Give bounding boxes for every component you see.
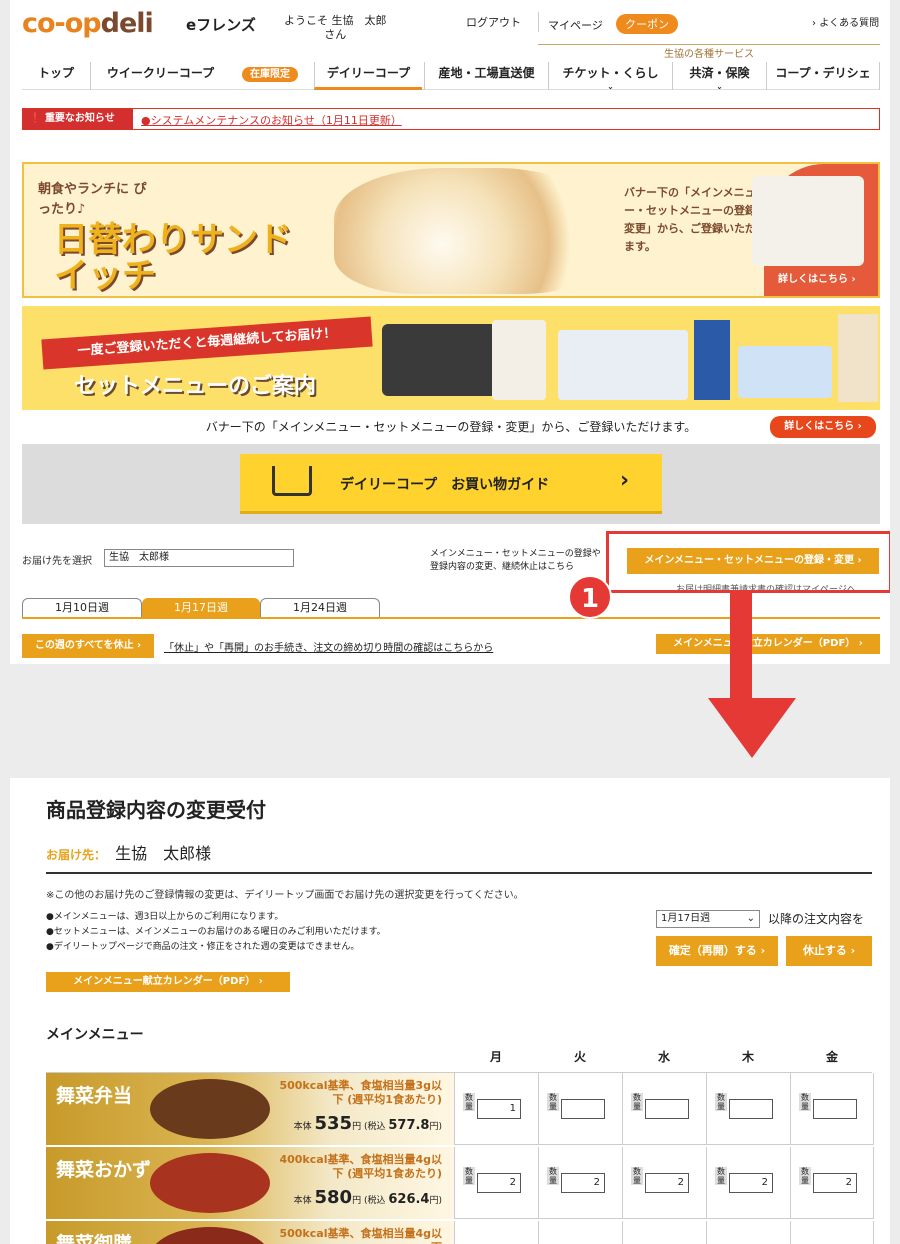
tab-week-jan24[interactable]: 1月24日週 [260, 598, 380, 618]
logout-link[interactable]: ログアウト [466, 14, 521, 30]
qty-input-fri[interactable]: 2 [813, 1173, 857, 1193]
price: 本体 580円 (税込 626.4円) [293, 1187, 442, 1208]
banner-more-link[interactable]: 詳しくはこちら › [778, 270, 856, 285]
bento-photo [150, 1079, 270, 1139]
nav-coop-delice[interactable]: コープ・デリシェ [766, 62, 880, 90]
weekday-header: 月 火 水 木 金 [489, 1050, 838, 1064]
top-screenshot-panel: co-opdeli eフレンズ ようこそ 生協 太郎 さん ログアウト マイペー… [10, 0, 890, 664]
nav-top[interactable]: トップ [22, 62, 90, 90]
circle-arrow-icon: › [851, 274, 856, 285]
confirm-resume-button[interactable]: 確定（再開）する › [656, 936, 778, 966]
sandwich-photo [334, 168, 604, 294]
okazu-photo [150, 1153, 270, 1213]
menu-calendar-pdf-button[interactable]: メインメニュー献立カレンダー（PDF） › [46, 972, 290, 992]
welcome-message: ようこそ 生協 太郎 さん [284, 14, 387, 41]
qty-cell [706, 1221, 790, 1244]
menu-calendar-pdf-button[interactable]: メインメニュー献立カレンダー（PDF） › [656, 634, 880, 654]
chevron-down-icon: ⌄ [716, 82, 723, 91]
soup-photo [838, 314, 878, 402]
qty-input-fri[interactable] [813, 1099, 857, 1119]
product-row-gozen: 舞菜御膳 500kcal基準、食塩相当量4g以下 [46, 1221, 454, 1244]
milk-photo [694, 320, 730, 400]
highlight-box [606, 531, 890, 593]
step-number-badge: 1 [568, 575, 612, 619]
week-select[interactable]: 1月17日週 ⌄ [656, 910, 760, 928]
tab-week-jan10[interactable]: 1月10日週 [22, 598, 142, 618]
qty-input-mon[interactable]: 2 [477, 1173, 521, 1193]
mypage-link[interactable]: マイページ [548, 17, 603, 33]
section-title: メインメニュー [46, 1027, 144, 1043]
maintenance-notice-link[interactable]: ●システムメンテナンスのお知らせ（1月11日更新） [141, 112, 402, 128]
nav-stock-limited[interactable]: 在庫限定 [230, 62, 310, 90]
yogurt-photo [738, 346, 832, 398]
main-nav: トップ ウイークリーコープ 在庫限定 デイリーコープ 産地・工場直送便 チケット… [22, 62, 880, 91]
nav-weekly-coop[interactable]: ウイークリーコープ [90, 62, 230, 90]
e-friends-logo: eフレンズ [186, 16, 256, 34]
qty-input-tue[interactable]: 2 [561, 1173, 605, 1193]
sandwich-banner[interactable]: 朝食やランチに ぴったり♪ 日替わりサンドイッチ バナー下の「メインメニュー・セ… [22, 162, 880, 298]
qty-input-thu[interactable] [729, 1099, 773, 1119]
banner-caption: バナー下の「メインメニュー・セットメニューの登録・変更」から、ご登録いただけます… [205, 420, 697, 434]
delivery-destination: お届け先： 生協 太郎様 [46, 840, 872, 874]
set-menu-banner[interactable]: 一度ご登録いただくと毎週継続してお届け！ セットメニューのご案内 [22, 306, 880, 410]
price: 本体 535円 (税込 577.8円) [293, 1113, 442, 1134]
procedure-info-link[interactable]: 「休止」や「再開」のお手続き、注文の締め切り時間の確認はこちらから [164, 639, 493, 654]
page-title: 商品登録内容の変更受付 [46, 798, 266, 822]
circle-arrow-icon: › [857, 421, 862, 432]
qty-input-tue[interactable] [561, 1099, 605, 1119]
faq-link[interactable]: › よくある質問 [812, 14, 879, 29]
qty-input-wed[interactable]: 2 [645, 1173, 689, 1193]
qty-cell [454, 1221, 538, 1244]
banner-title: 日替わりサンドイッチ [54, 220, 292, 296]
chevron-down-icon: ⌄ [746, 913, 755, 924]
product-row-bento: 舞菜弁当 500kcal基準、食塩相当量3g以下 (週平均1食あたり) 本体 5… [46, 1073, 454, 1145]
shopping-guide-button[interactable]: デイリーコープ お買い物ガイド › [240, 454, 662, 514]
alert-icon: ❗ [29, 113, 45, 124]
important-notice-bar: ❗ 重要なお知らせ ●システムメンテナンスのお知らせ（1月11日更新） [22, 108, 880, 130]
cart-icon [272, 466, 312, 496]
qty-cell [622, 1221, 706, 1244]
side-dish-photo [558, 330, 688, 400]
notice-label: ❗ 重要なお知らせ [23, 109, 133, 129]
sandwich-packs-photo [752, 176, 864, 266]
more-info-button[interactable]: 詳しくはこちら › [770, 416, 876, 438]
qty-cell [538, 1221, 622, 1244]
down-arrow-icon [708, 698, 796, 758]
nav-daily-coop[interactable]: デイリーコープ [314, 62, 422, 90]
stop-button[interactable]: 休止する › [786, 936, 872, 966]
coopdeli-logo[interactable]: co-opdeli [22, 8, 154, 39]
gozen-photo [150, 1227, 270, 1244]
change-note: ※この他のお届け先のご登録情報の変更は、デイリートップ画面でお届け先の選択変更を… [46, 890, 524, 901]
qty-cell [790, 1221, 874, 1244]
after-text: 以降の注文内容を [768, 912, 865, 926]
delivery-select-label: お届け先を選択 [22, 556, 92, 567]
divider [538, 12, 539, 32]
set-menu-ribbon: 一度ご登録いただくと毎週継続してお届け！ [41, 316, 373, 370]
services-title: 生協の各種サービス [538, 44, 880, 60]
coupon-button[interactable]: クーポン [616, 14, 678, 34]
nav-ticket-life[interactable]: チケット・くらし ⌄ [548, 62, 672, 91]
chevron-right-icon: › [620, 468, 630, 493]
registration-info: メインメニュー・セットメニューの登録や 登録内容の変更、継続休止はこちら [430, 549, 600, 572]
bread-photo [492, 320, 546, 400]
qty-input-thu[interactable]: 2 [729, 1173, 773, 1193]
down-arrow-shaft [730, 590, 752, 700]
bottom-screenshot-panel: 商品登録内容の変更受付 お届け先： 生協 太郎様 ※この他のお届け先のご登録情報… [10, 778, 890, 1244]
tab-week-jan17[interactable]: 1月17日週 [142, 598, 260, 618]
stop-all-week-button[interactable]: この週のすべてを休止 › [22, 634, 154, 658]
nav-insurance[interactable]: 共済・保険 ⌄ [672, 62, 766, 91]
qty-input-wed[interactable] [645, 1099, 689, 1119]
banner-tagline: 朝食やランチに ぴったり♪ [38, 182, 147, 217]
usage-rules: ●メインメニューは、週3日以上からのご利用になります。 ●セットメニューは、メイ… [46, 912, 386, 952]
chevron-down-icon: ⌄ [607, 82, 614, 91]
set-menu-title: セットメニューのご案内 [74, 374, 317, 399]
product-row-okazu: 舞菜おかず 400kcal基準、食塩相当量4g以下 (週平均1食あたり) 本体 … [46, 1147, 454, 1219]
nav-direct-delivery[interactable]: 産地・工場直送便 [424, 62, 548, 90]
delivery-select[interactable]: 生協 太郎様 [104, 549, 294, 567]
qty-input-mon[interactable]: 1 [477, 1099, 521, 1119]
menu-table: 舞菜弁当 500kcal基準、食塩相当量3g以下 (週平均1食あたり) 本体 5… [46, 1072, 874, 1244]
